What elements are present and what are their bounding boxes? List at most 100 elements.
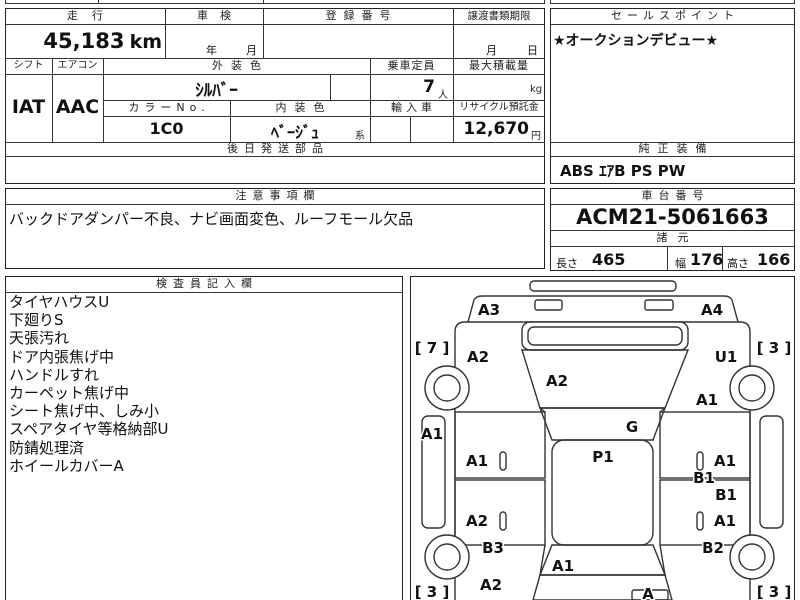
- damage-mark-right-front-door: A1: [714, 452, 736, 470]
- tread-mark-front-right: [ 3 ]: [757, 339, 792, 357]
- notes-header: 注意事項欄: [235, 189, 321, 202]
- damage-mark-rear-window: A1: [552, 557, 574, 575]
- rear-left-wheel: [424, 534, 470, 580]
- shift-value: IAT: [11, 96, 46, 118]
- sales-point-header: セールスポイント: [611, 9, 739, 22]
- list-item: タイヤハウスU: [9, 293, 110, 311]
- divider: [5, 0, 6, 3]
- front-bumper-bar: [529, 280, 677, 292]
- damage-mark-left-rear-fender: B3: [482, 539, 504, 557]
- length-label: 長さ: [556, 257, 578, 270]
- list-item: ドア内張焦げ中: [9, 347, 115, 366]
- damage-mark-rear-bumper: A: [642, 585, 654, 600]
- inspection-month-unit: 月: [246, 44, 257, 57]
- door-handle: [499, 511, 507, 531]
- notes-value: バックドアダンパー不良、ナビ画面変色、ルーフモール欠品: [9, 210, 414, 228]
- rear-right-wheel: [729, 534, 775, 580]
- mileage-header: 走行: [67, 9, 117, 22]
- standard-equipment-value: ABS ｴｱB PS PW: [560, 162, 686, 180]
- width-value: 176: [690, 250, 724, 269]
- damage-mark-right-front-door-lower: B1: [693, 469, 715, 487]
- damage-mark-right-rear-door-upper: B1: [715, 486, 737, 504]
- aircon-header: エアコン: [57, 60, 98, 71]
- list-item: ハンドルすれ: [9, 365, 100, 384]
- transfer-deadline-header: 譲渡書類期限: [467, 10, 531, 22]
- tread-mark-rear-right: [ 3 ]: [757, 583, 792, 600]
- seating-capacity-header: 乗車定員: [387, 59, 436, 72]
- divider: [550, 24, 795, 25]
- divider: [5, 3, 545, 4]
- tread-mark-rear-left: [ 3 ]: [415, 583, 450, 600]
- mileage-value: 45,183: [43, 29, 125, 53]
- width-label: 幅: [675, 257, 686, 270]
- mileage-field: 45,183 km: [5, 29, 162, 53]
- inspector-notes-header: 検査員記入欄: [156, 277, 258, 290]
- divider: [5, 156, 545, 157]
- color-no-value: 1C0: [149, 119, 184, 138]
- exterior-color-header: 外装色: [212, 59, 269, 72]
- divider: [550, 0, 551, 3]
- damage-mark-right-rear-door: A1: [714, 512, 736, 530]
- divider: [5, 204, 545, 205]
- interior-color-header: 内装色: [275, 101, 333, 114]
- right-headlight: [644, 299, 674, 311]
- chassis-number-header: 車台番号: [641, 189, 710, 202]
- specifications-header: 諸元: [656, 231, 699, 244]
- divider: [550, 156, 795, 157]
- list-item: 天張汚れ: [9, 329, 70, 348]
- divider: [263, 0, 264, 3]
- inspector-notes-list: タイヤハウスU 下廻りS 天張汚れ ドア内張焦げ中 ハンドルすれ カーペット焦げ…: [9, 293, 168, 475]
- max-load-unit: kg: [530, 84, 543, 95]
- mileage-unit: km: [129, 31, 162, 53]
- list-item: スペアタイヤ等格納部U: [9, 420, 169, 439]
- transfer-day-unit: 日: [527, 44, 538, 57]
- divider: [330, 74, 331, 100]
- chassis-number-value: ACM21-5061663: [576, 205, 769, 229]
- front-right-wheel: [729, 365, 775, 411]
- damage-mark-front-bumper-right: A4: [701, 301, 723, 319]
- left-headlight: [534, 299, 563, 311]
- divider: [550, 3, 795, 4]
- divider: [5, 24, 545, 25]
- front-grille: [521, 321, 689, 351]
- recycle-deposit-value: 12,670: [463, 119, 529, 139]
- exterior-color-value: ｼﾙﾊﾞｰ: [195, 81, 238, 101]
- front-left-wheel: [424, 365, 470, 411]
- length-value: 465: [592, 250, 626, 269]
- divider: [98, 0, 99, 3]
- damage-mark-right-rear-fender: B2: [702, 539, 724, 557]
- sales-point-value: ★オークションデビュー★: [553, 33, 719, 49]
- recycle-deposit-unit: 円: [531, 131, 541, 142]
- imported-header: 輸入車: [391, 101, 436, 114]
- divider: [550, 246, 795, 247]
- seating-capacity-unit: 人: [438, 90, 448, 101]
- right-side-skirt: [759, 415, 784, 529]
- list-item: シート焦げ中、しみ小: [9, 402, 160, 421]
- list-item: ホイールカバーA: [9, 456, 124, 475]
- damage-mark-left-skirt: A1: [421, 425, 443, 443]
- damage-mark-roof: P1: [592, 448, 613, 466]
- damage-mark-left-front-door: A1: [466, 452, 488, 470]
- height-value: 166: [757, 250, 791, 269]
- damage-mark-front-bumper-left: A3: [478, 301, 500, 319]
- registration-header: 登録番号: [325, 9, 398, 22]
- damage-mark-windshield: G: [626, 418, 638, 436]
- inspection-year-unit: 年: [206, 44, 217, 57]
- interior-color-value: ﾍﾞｰｼﾞｭ: [270, 123, 319, 142]
- damage-mark-left-rear-quarter: A2: [480, 576, 502, 594]
- seating-capacity-value: 7: [423, 77, 435, 97]
- door-handle: [499, 451, 507, 471]
- damage-mark-hood-right: A1: [696, 391, 718, 409]
- divider: [453, 8, 454, 142]
- max-load-header: 最大積載量: [469, 59, 529, 72]
- interior-color-suffix: 系: [355, 131, 365, 142]
- shift-header: シフト: [13, 60, 44, 71]
- divider: [794, 0, 795, 3]
- windshield: [538, 407, 667, 441]
- height-label: 高さ: [727, 257, 749, 270]
- aircon-value: AAC: [55, 96, 100, 118]
- recycle-deposit-header: リサイクル預託金: [459, 102, 539, 113]
- list-item: カーペット焦げ中: [9, 383, 130, 402]
- damage-mark-front-left-fender: A2: [467, 348, 489, 366]
- divider: [103, 116, 545, 117]
